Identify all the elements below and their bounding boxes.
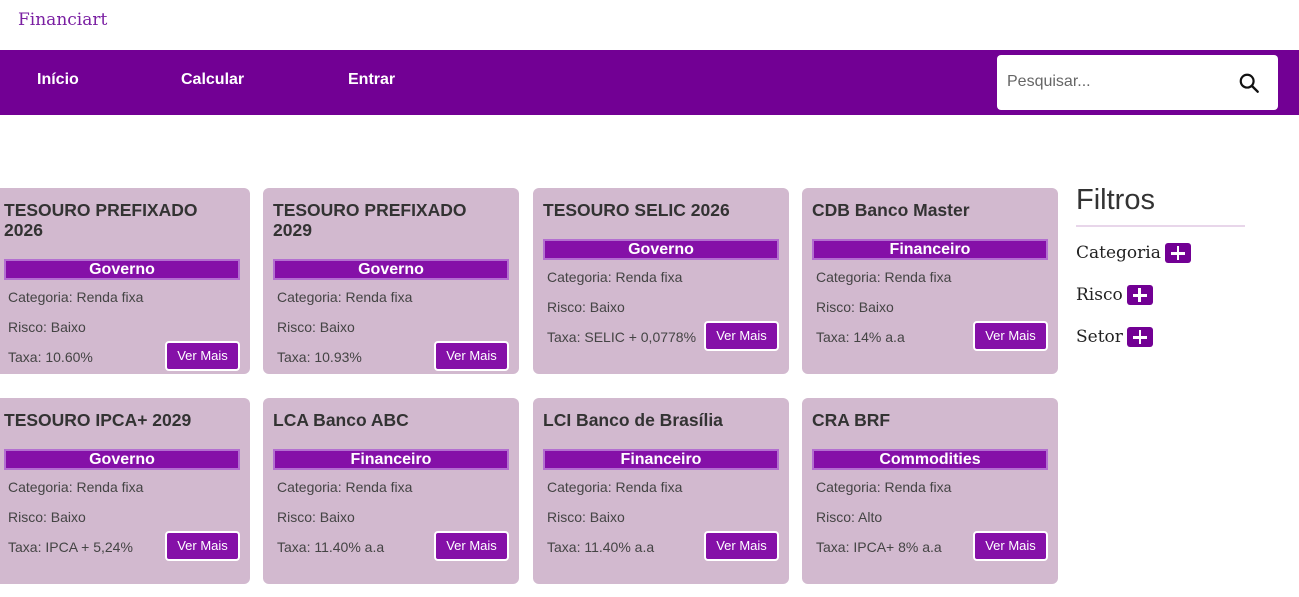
ver-mais-button[interactable]: Ver Mais xyxy=(434,341,509,371)
sector-badge: Governo xyxy=(4,259,240,280)
card-rate: Taxa: 11.40% a.a xyxy=(277,539,385,555)
card-risk: Risco: Baixo xyxy=(816,299,894,315)
card-title: LCI Banco de Brasília xyxy=(543,410,723,430)
plus-icon[interactable] xyxy=(1126,327,1153,347)
navbar: Início Calcular Entrar xyxy=(0,50,1299,115)
filters-panel: Filtros Categoria Risco Setor xyxy=(1076,184,1246,353)
nav-link-entrar[interactable]: Entrar xyxy=(348,71,395,89)
card-title: TESOURO SELIC 2026 xyxy=(543,200,730,220)
card-risk: Risco: Baixo xyxy=(8,319,86,335)
ver-mais-button[interactable]: Ver Mais xyxy=(973,531,1048,561)
filter-setor: Setor xyxy=(1076,321,1246,353)
card-rate: Taxa: 14% a.a xyxy=(816,329,905,345)
card-category: Categoria: Renda fixa xyxy=(277,479,413,495)
card-rate: Taxa: SELIC + 0,0778% xyxy=(547,329,697,345)
card-category: Categoria: Renda fixa xyxy=(8,289,144,305)
card-category: Categoria: Renda fixa xyxy=(8,479,144,495)
sector-badge: Governo xyxy=(543,239,779,260)
card-title: TESOURO PREFIXADO 2029 xyxy=(273,200,467,240)
card-risk: Risco: Baixo xyxy=(547,509,625,525)
ver-mais-button[interactable]: Ver Mais xyxy=(973,321,1048,351)
card-title: CDB Banco Master xyxy=(812,200,970,220)
card-title: TESOURO PREFIXADO 2026 xyxy=(4,200,198,240)
card-rate: Taxa: 10.93% xyxy=(277,349,362,365)
search-icon[interactable] xyxy=(1238,72,1260,94)
card-title: CRA BRF xyxy=(812,410,891,430)
investment-card: CRA BRF Commodities Categoria: Renda fix… xyxy=(802,398,1058,584)
sector-badge: Commodities xyxy=(812,449,1048,470)
nav-link-inicio[interactable]: Início xyxy=(37,71,79,89)
card-risk: Risco: Baixo xyxy=(8,509,86,525)
card-title: TESOURO IPCA+ 2029 xyxy=(4,410,192,430)
card-title: LCA Banco ABC xyxy=(273,410,409,430)
filter-label: Risco xyxy=(1076,285,1123,305)
investment-card: TESOURO PREFIXADO 2026 Governo Categoria… xyxy=(0,188,250,374)
ver-mais-button[interactable]: Ver Mais xyxy=(704,321,779,351)
card-rate: Taxa: IPCA+ 8% a.a xyxy=(816,539,942,555)
card-rate: Taxa: 10.60% xyxy=(8,349,93,365)
sector-badge: Financeiro xyxy=(543,449,779,470)
ver-mais-button[interactable]: Ver Mais xyxy=(165,341,240,371)
card-risk: Risco: Baixo xyxy=(277,509,355,525)
card-category: Categoria: Renda fixa xyxy=(816,269,952,285)
card-category: Categoria: Renda fixa xyxy=(277,289,413,305)
brand-logo[interactable]: Financiart xyxy=(18,10,107,30)
filter-label: Setor xyxy=(1076,327,1123,347)
investment-card: LCA Banco ABC Financeiro Categoria: Rend… xyxy=(263,398,519,584)
filter-risco: Risco xyxy=(1076,279,1246,311)
sector-badge: Governo xyxy=(4,449,240,470)
card-risk: Risco: Baixo xyxy=(547,299,625,315)
card-risk: Risco: Alto xyxy=(816,509,883,525)
card-category: Categoria: Renda fixa xyxy=(816,479,952,495)
search-box xyxy=(997,55,1278,110)
ver-mais-button[interactable]: Ver Mais xyxy=(704,531,779,561)
sector-badge: Financeiro xyxy=(812,239,1048,260)
nav-link-calcular[interactable]: Calcular xyxy=(181,71,244,89)
plus-icon[interactable] xyxy=(1164,243,1191,263)
card-category: Categoria: Renda fixa xyxy=(547,479,683,495)
ver-mais-button[interactable]: Ver Mais xyxy=(165,531,240,561)
filter-categoria: Categoria xyxy=(1076,237,1246,269)
card-risk: Risco: Baixo xyxy=(277,319,355,335)
filter-label: Categoria xyxy=(1076,243,1161,263)
investment-card: LCI Banco de Brasília Financeiro Categor… xyxy=(533,398,789,584)
investment-card: CDB Banco Master Financeiro Categoria: R… xyxy=(802,188,1058,374)
card-category: Categoria: Renda fixa xyxy=(547,269,683,285)
card-rate: Taxa: IPCA + 5,24% xyxy=(8,539,133,555)
sector-badge: Financeiro xyxy=(273,449,509,470)
investment-card: TESOURO SELIC 2026 Governo Categoria: Re… xyxy=(533,188,789,374)
plus-icon[interactable] xyxy=(1126,285,1153,305)
investment-card: TESOURO IPCA+ 2029 Governo Categoria: Re… xyxy=(0,398,250,584)
filters-title: Filtros xyxy=(1076,184,1245,227)
ver-mais-button[interactable]: Ver Mais xyxy=(434,531,509,561)
investment-card: TESOURO PREFIXADO 2029 Governo Categoria… xyxy=(263,188,519,374)
sector-badge: Governo xyxy=(273,259,509,280)
card-rate: Taxa: 11.40% a.a xyxy=(547,539,655,555)
search-input[interactable] xyxy=(1007,69,1227,95)
